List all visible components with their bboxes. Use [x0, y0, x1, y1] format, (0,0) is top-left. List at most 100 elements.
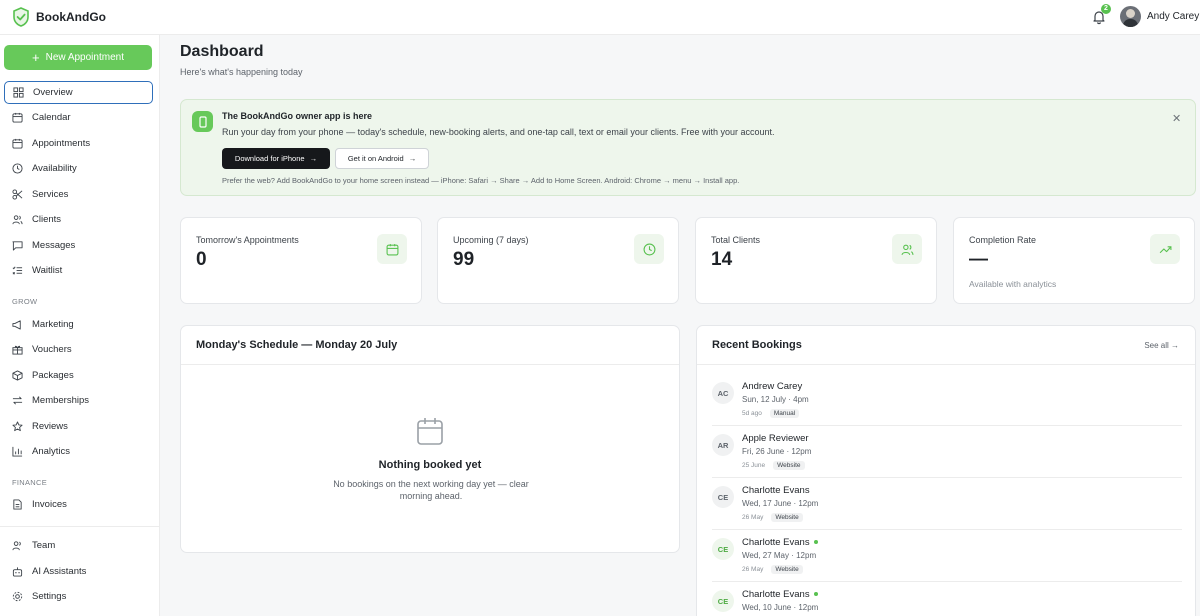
client-name: Apple Reviewer	[742, 433, 809, 444]
client-name: Charlotte Evans	[742, 485, 810, 496]
booking-meta: 26 May Website	[742, 513, 803, 522]
sidebar: + New Appointment Overview Calendar Appo…	[0, 35, 160, 616]
grid-icon	[13, 87, 24, 98]
sidebar-item-label: Services	[32, 189, 69, 200]
booking-meta: 5d ago Manual	[742, 409, 800, 418]
sidebar-item-label: Invoices	[32, 499, 67, 510]
stat-sub: Available with analytics	[969, 279, 1057, 289]
booking-time: Wed, 17 June · 12pm	[742, 499, 819, 508]
stat-value: 99	[453, 249, 475, 270]
top-bar: BookAndGo 2 Andy Carey	[0, 0, 1200, 35]
stat-label: Completion Rate	[969, 235, 1037, 245]
calendar-icon	[12, 112, 23, 123]
sidebar-item-messages[interactable]: Messages	[4, 234, 153, 257]
close-icon[interactable]: ✕	[1172, 112, 1181, 125]
sidebar-item-calendar[interactable]: Calendar	[4, 106, 153, 129]
sidebar-item-label: Calendar	[32, 112, 71, 123]
sidebar-item-settings[interactable]: Settings	[4, 585, 153, 608]
panel-divider	[697, 364, 1195, 365]
sidebar-item-label: Reviews	[32, 421, 68, 432]
trend-up-icon	[1150, 234, 1180, 264]
sidebar-item-appointments[interactable]: Appointments	[4, 132, 153, 155]
user-menu[interactable]: Andy Carey	[1120, 6, 1199, 27]
sidebar-item-label: Marketing	[32, 319, 74, 330]
sidebar-item-label: Packages	[32, 370, 74, 381]
booking-row[interactable]: CE Charlotte Evans Wed, 27 May · 12pm 26…	[712, 530, 1182, 582]
sidebar-item-clients[interactable]: Clients	[4, 208, 153, 231]
initials-avatar: CE	[712, 538, 734, 560]
sidebar-item-analytics[interactable]: Analytics	[4, 440, 153, 463]
bookings-title: Recent Bookings	[712, 339, 802, 351]
user-name: Andy Carey	[1147, 11, 1200, 22]
booking-meta: 25 June Website	[742, 461, 805, 470]
booking-row[interactable]: AR Apple Reviewer Fri, 26 June · 12pm 25…	[712, 426, 1182, 478]
new-appointment-button[interactable]: + New Appointment	[4, 45, 152, 70]
empty-title: Nothing booked yet	[378, 459, 482, 471]
plus-icon: +	[32, 49, 40, 65]
booking-ago: 5d ago	[742, 410, 762, 417]
booking-row[interactable]: CE Charlotte Evans Wed, 17 June · 12pm 2…	[712, 478, 1182, 530]
client-name: Charlotte Evans	[742, 537, 810, 548]
list-icon	[12, 266, 23, 275]
sidebar-item-label: Overview	[33, 87, 73, 98]
package-icon	[12, 370, 23, 381]
clock-icon	[634, 234, 664, 264]
booking-meta: 26 May Website	[742, 565, 803, 574]
bar-chart-icon	[12, 446, 23, 457]
stat-label: Tomorrow's Appointments	[196, 235, 299, 245]
message-icon	[12, 241, 23, 251]
section-label-finance: FINANCE	[12, 478, 48, 487]
arrow-right-icon: →	[309, 154, 318, 163]
repeat-icon	[12, 396, 23, 405]
see-all-link[interactable]: See all →	[1144, 341, 1179, 350]
sidebar-item-packages[interactable]: Packages	[4, 364, 153, 387]
booking-ago: 26 May	[742, 514, 764, 521]
brand[interactable]: BookAndGo	[12, 7, 106, 27]
new-indicator-dot	[813, 540, 818, 545]
sidebar-item-team[interactable]: Team	[4, 534, 153, 557]
sidebar-item-label: Team	[32, 540, 56, 551]
android-button[interactable]: Get it on Android →	[335, 148, 429, 169]
sidebar-item-label: Messages	[32, 240, 76, 251]
client-name: Charlotte Evans	[742, 589, 810, 600]
booking-time: Wed, 10 June · 12pm	[742, 603, 819, 612]
booking-ago: 26 May	[742, 566, 764, 573]
banner-text: Run your day from your phone — today's s…	[222, 127, 775, 137]
download-iphone-button[interactable]: Download for iPhone →	[222, 148, 330, 169]
sidebar-item-waitlist[interactable]: Waitlist	[4, 259, 153, 282]
initials-avatar: CE	[712, 590, 734, 612]
calendar-icon	[377, 234, 407, 264]
sidebar-item-availability[interactable]: Availability	[4, 157, 153, 180]
calendar-check-icon	[12, 138, 23, 149]
initials-avatar: CE	[712, 486, 734, 508]
sidebar-item-memberships[interactable]: Memberships	[4, 389, 153, 412]
source-badge: Manual	[769, 409, 800, 418]
stat-value: 0	[196, 249, 207, 270]
section-label-grow: GROW	[12, 297, 38, 306]
sidebar-item-ai-assistants[interactable]: AI Assistants	[4, 560, 153, 583]
new-appointment-label: New Appointment	[45, 52, 124, 63]
stat-card-upcoming: Upcoming (7 days) 99	[437, 217, 679, 304]
stat-label: Upcoming (7 days)	[453, 235, 529, 245]
sidebar-item-overview[interactable]: Overview	[4, 81, 153, 104]
source-badge: Website	[773, 461, 805, 470]
download-iphone-label: Download for iPhone	[234, 154, 305, 163]
sidebar-item-marketing[interactable]: Marketing	[4, 313, 153, 336]
sidebar-item-services[interactable]: Services	[4, 183, 153, 206]
sidebar-item-label: AI Assistants	[32, 566, 87, 577]
sidebar-item-label: Vouchers	[32, 344, 72, 355]
recent-bookings-panel: Recent Bookings See all → AC Andrew Care…	[696, 325, 1196, 616]
page-title: Dashboard	[180, 43, 264, 60]
booking-row[interactable]: AC Andrew Carey Sun, 12 July · 4pm 5d ag…	[712, 374, 1182, 426]
stat-value: 14	[711, 249, 733, 270]
owner-app-banner: The BookAndGo owner app is here Run your…	[180, 99, 1196, 196]
sidebar-item-vouchers[interactable]: Vouchers	[4, 338, 153, 361]
client-name-wrap: Charlotte Evans	[742, 537, 818, 548]
banner-note: Prefer the web? Add BookAndGo to your ho…	[222, 176, 740, 185]
booking-time: Wed, 27 May · 12pm	[742, 551, 817, 560]
sidebar-item-invoices[interactable]: Invoices	[4, 493, 153, 516]
schedule-title: Monday's Schedule — Monday 20 July	[196, 339, 398, 351]
sidebar-item-reviews[interactable]: Reviews	[4, 415, 153, 438]
booking-time: Sun, 12 July · 4pm	[742, 395, 809, 404]
booking-row[interactable]: CE Charlotte Evans Wed, 10 June · 12pm	[712, 582, 1182, 616]
